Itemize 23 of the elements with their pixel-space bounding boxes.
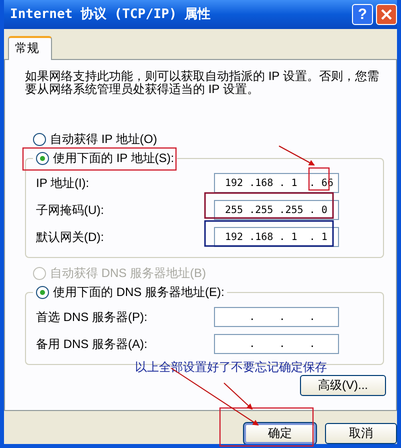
radio-option[interactable]: 自动获得 IP 地址(O): [33, 130, 384, 149]
advanced-button[interactable]: 高级(V)...: [300, 374, 386, 396]
ip-address-field[interactable]: 192 .168 . 1 . 1: [214, 227, 339, 248]
help-button[interactable]: ?: [352, 4, 373, 25]
field-label: 默认网关(D):: [36, 228, 104, 246]
field-label: IP 地址(I):: [36, 174, 90, 192]
field-label: 备用 DNS 服务器(A):: [36, 336, 148, 353]
radio-option[interactable]: 使用下面的 DNS 服务器地址(E):: [36, 282, 224, 302]
field-label: 首选 DNS 服务器(P):: [36, 308, 148, 326]
description-text: 如果网络支持此功能，则可以获取自动指派的 IP 设置。否则，您需要从网络系统管理员处获得适当的 IP 设置。: [25, 70, 380, 96]
field-label: 子网掩码(U):: [36, 202, 104, 219]
ip-address-field[interactable]: 255 .255 .255 . 0: [214, 200, 339, 220]
window-title: Internet 协议 (TCP/IP) 属性: [10, 6, 212, 24]
arrow: [278, 146, 315, 166]
tab[interactable]: 常规: [8, 36, 52, 60]
close-icon: [381, 8, 392, 20]
ip-address-field[interactable]: . . .: [214, 334, 339, 354]
ip-address-field[interactable]: . . .: [214, 307, 339, 328]
annotation-text: 以上全部设置好了不要忘记确定保存: [135, 359, 327, 376]
radio-option[interactable]: 使用下面的 IP 地址(S):: [36, 148, 174, 168]
ok-button[interactable]: 确定: [244, 423, 316, 444]
cancel-button[interactable]: 取消: [325, 423, 397, 444]
close-button[interactable]: [376, 4, 397, 25]
